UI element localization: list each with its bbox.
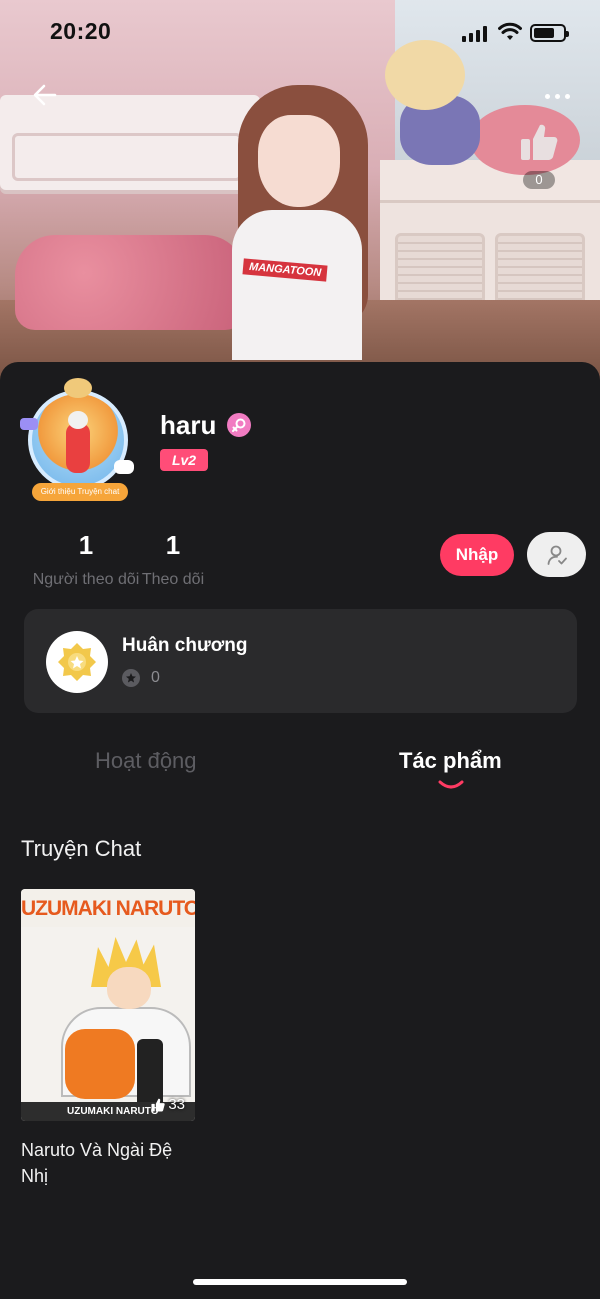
work-likes-count: 33 (168, 1096, 185, 1113)
profile-screen: MANGATOON 20:20 0 Giới thiệu Truyện chat… (0, 0, 600, 1299)
followers-stat[interactable]: 1 Người theo dõi (28, 530, 144, 589)
star-icon (122, 669, 140, 687)
medal-icon (46, 631, 108, 693)
work-cover-header: UZUMAKI NARUTO (21, 889, 195, 927)
tab-activity[interactable]: Hoạt động (95, 748, 197, 774)
username: haru (160, 410, 217, 440)
work-title[interactable]: Naruto Và Ngài Đệ Nhị (21, 1137, 201, 1189)
status-time: 20:20 (50, 18, 112, 44)
wifi-icon (498, 22, 522, 40)
avatar-character (66, 411, 90, 473)
avatar-badge: Giới thiệu Truyện chat (32, 483, 128, 501)
medal-title: Huân chương (122, 635, 248, 656)
following-count: 1 (165, 530, 181, 560)
medal-card[interactable]: Huân chương 0 (24, 609, 577, 713)
work-cover[interactable]: UZUMAKI NARUTO UZUMAKI NARUTO 33 (21, 889, 195, 1121)
followers-count: 1 (78, 530, 94, 560)
cover-figure-face (107, 967, 151, 1009)
cover-like-count: 0 (523, 171, 555, 189)
avatar-tag (20, 418, 38, 430)
cover-figure-outfit (65, 1029, 135, 1099)
avatar-chat-bubble-icon (114, 460, 134, 474)
following-stat[interactable]: 1 Theo dõi (140, 530, 206, 589)
more-icon-dot (544, 93, 550, 99)
status-bar: 20:20 (0, 0, 600, 64)
cover-stool (15, 235, 245, 330)
tab-works[interactable]: Tác phẩm (399, 748, 502, 774)
avatar[interactable]: Giới thiệu Truyện chat (18, 378, 138, 501)
female-icon (227, 413, 251, 437)
user-options-button[interactable] (527, 532, 586, 577)
section-title: Truyện Chat (21, 836, 142, 861)
followers-label: Người theo dõi (32, 571, 140, 588)
medal-count: 0 (151, 669, 160, 686)
work-likes: 33 (150, 1096, 185, 1113)
thumbs-up-icon (151, 1098, 165, 1112)
more-icon-dot (554, 93, 560, 99)
thumbs-up-icon (521, 124, 558, 160)
more-button[interactable] (538, 82, 576, 110)
cellular-signal-icon (462, 26, 488, 42)
cover-like-button[interactable]: 0 (514, 120, 564, 190)
avatar-bear-ornament (64, 378, 92, 398)
following-label: Theo dõi (141, 571, 205, 588)
user-check-icon (547, 545, 567, 565)
back-arrow-icon (33, 84, 57, 106)
active-tab-indicator (438, 780, 464, 789)
battery-icon (530, 24, 569, 42)
more-icon-dot (564, 93, 570, 99)
cover-girl-shirt (232, 210, 362, 360)
follow-button[interactable]: Nhập (440, 534, 514, 576)
home-indicator[interactable] (193, 1279, 407, 1285)
cover-girl-face (258, 115, 340, 207)
level-badge: Lv2 (160, 449, 208, 471)
back-button[interactable] (28, 78, 62, 112)
